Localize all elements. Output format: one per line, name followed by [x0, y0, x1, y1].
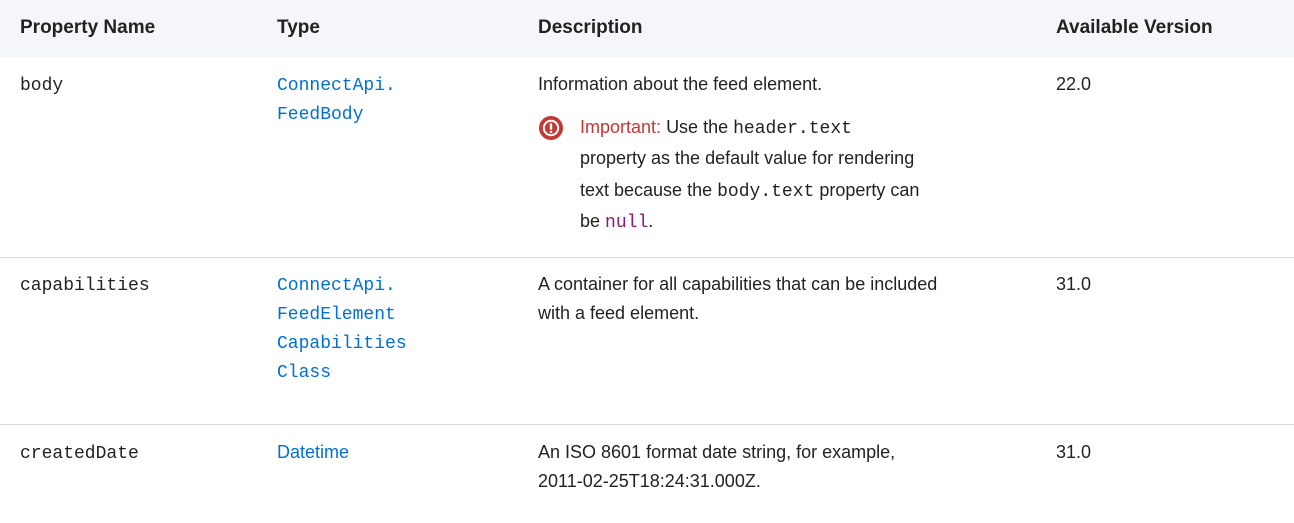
row-divider: [0, 424, 1294, 425]
note-text: property as the default value for render…: [580, 148, 915, 168]
code-body-text: body.text: [717, 182, 815, 202]
property-name: body: [20, 76, 64, 96]
header-type: Type: [277, 17, 320, 38]
description-line: A container for all capabilities that ca…: [538, 274, 938, 294]
property-name: createdDate: [20, 444, 139, 464]
note-text: Use the: [666, 117, 729, 137]
type-link-line[interactable]: Class: [277, 359, 407, 388]
header-available-version: Available Version: [1056, 17, 1213, 38]
type-link-line[interactable]: FeedBody: [277, 101, 396, 130]
header-property-name: Property Name: [20, 17, 156, 38]
note-text: text because the: [580, 180, 713, 200]
code-header-text: header.text: [733, 119, 852, 139]
note-text: property can: [819, 180, 920, 200]
description: An ISO 8601 format date string, for exam…: [538, 438, 895, 496]
note-text: .: [648, 211, 654, 231]
property-name: capabilities: [20, 276, 150, 296]
type-link-line[interactable]: Capabilities: [277, 330, 407, 359]
table-header: Property Name Type Description Available…: [0, 0, 1294, 58]
important-icon: [539, 116, 563, 140]
header-description: Description: [538, 17, 643, 38]
note-text: be: [580, 211, 601, 231]
description-line: with a feed element.: [538, 303, 700, 323]
type-link[interactable]: ConnectApi. FeedElement Capabilities Cla…: [277, 272, 407, 388]
available-version: 31.0: [1056, 442, 1092, 462]
type-link[interactable]: Datetime: [277, 438, 349, 467]
description: A container for all capabilities that ca…: [538, 270, 937, 328]
code-null: null: [605, 213, 649, 233]
type-link-line[interactable]: FeedElement: [277, 301, 407, 330]
description-line: 2011-02-25T18:24:31.000Z.: [538, 471, 761, 491]
row-divider: [0, 257, 1294, 258]
type-link-line[interactable]: ConnectApi.: [277, 72, 396, 101]
important-label: Important:: [580, 117, 662, 137]
available-version: 31.0: [1056, 274, 1092, 294]
type-link-line[interactable]: ConnectApi.: [277, 272, 407, 301]
type-link[interactable]: ConnectApi. FeedBody: [277, 72, 396, 130]
description: Information about the feed element.: [538, 74, 823, 94]
description-line: An ISO 8601 format date string, for exam…: [538, 442, 896, 462]
available-version: 22.0: [1056, 74, 1092, 94]
